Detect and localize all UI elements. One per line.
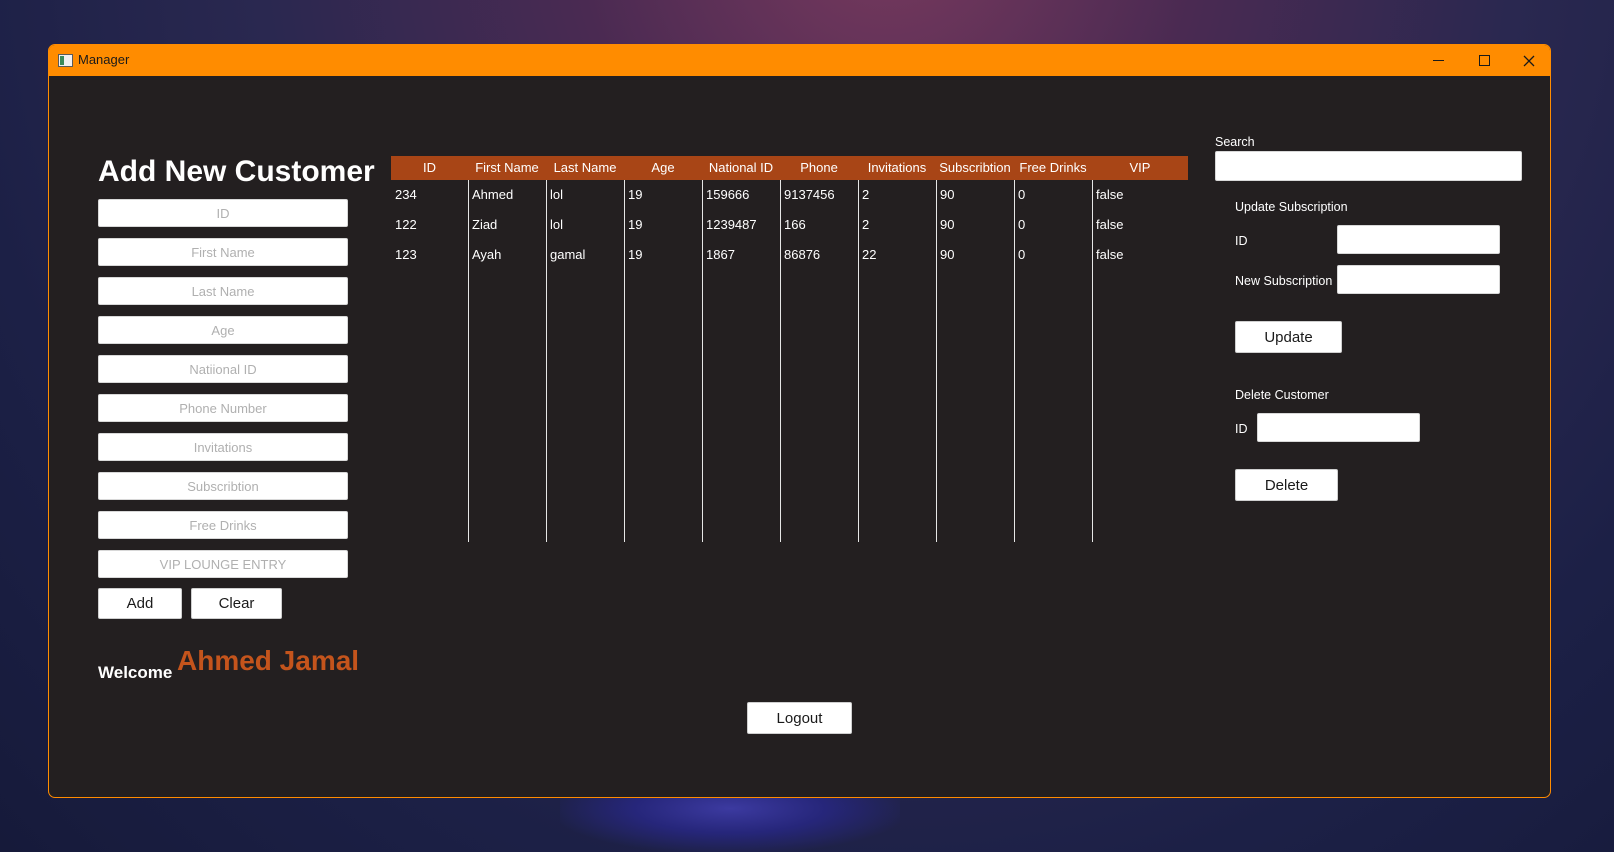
table-cell: 90 bbox=[940, 217, 955, 232]
table-cell: 234 bbox=[395, 187, 417, 202]
maximize-icon bbox=[1478, 55, 1490, 66]
search-label: Search bbox=[1215, 135, 1255, 149]
table-cell: 22 bbox=[862, 247, 877, 262]
invitations-field[interactable] bbox=[98, 433, 348, 461]
table-row[interactable]: 123 Ayah gamal 19 1867 86876 22 90 0 fal… bbox=[391, 240, 1188, 270]
new-subscription-input[interactable] bbox=[1337, 265, 1500, 294]
table-cell: Ayah bbox=[472, 247, 502, 262]
table-cell: 86876 bbox=[784, 247, 821, 262]
maximize-button[interactable] bbox=[1461, 45, 1507, 76]
table-cell: Ahmed bbox=[472, 187, 514, 202]
table-cell: 0 bbox=[1018, 217, 1026, 232]
close-icon bbox=[1523, 55, 1535, 66]
app-icon bbox=[58, 54, 73, 67]
delete-id-label: ID bbox=[1235, 422, 1248, 436]
first-name-field[interactable] bbox=[98, 238, 348, 266]
customers-table[interactable]: ID First Name Last Name Age National ID … bbox=[391, 156, 1188, 542]
column-header-subscription[interactable]: Subscribtion bbox=[936, 156, 1014, 180]
table-cell: 159666 bbox=[706, 187, 750, 202]
table-cell: false bbox=[1096, 217, 1124, 232]
table-cell: lol bbox=[550, 187, 564, 202]
logout-button[interactable]: Logout bbox=[747, 702, 852, 734]
table-cell: 19 bbox=[628, 247, 643, 262]
table-cell: 9137456 bbox=[784, 187, 835, 202]
id-field[interactable] bbox=[98, 199, 348, 227]
delete-customer-title: Delete Customer bbox=[1235, 388, 1329, 402]
add-customer-heading: Add New Customer bbox=[98, 155, 375, 188]
table-cell: false bbox=[1096, 187, 1124, 202]
welcome-user-name: Ahmed Jamal bbox=[177, 645, 360, 676]
minimize-icon bbox=[1432, 60, 1444, 61]
table-cell: 1239487 bbox=[706, 217, 757, 232]
background-decoration bbox=[560, 790, 900, 852]
column-header-id[interactable]: ID bbox=[391, 156, 468, 180]
manager-window: Manager Add New Customer Add Clear Welco… bbox=[48, 44, 1551, 798]
table-cell: 166 bbox=[784, 217, 806, 232]
free-drinks-field[interactable] bbox=[98, 511, 348, 539]
close-button[interactable] bbox=[1506, 45, 1550, 76]
table-cell: lol bbox=[550, 217, 564, 232]
table-cell: gamal bbox=[550, 247, 586, 262]
table-cell: 90 bbox=[940, 187, 955, 202]
table-cell: false bbox=[1096, 247, 1124, 262]
table-cell: 0 bbox=[1018, 187, 1026, 202]
delete-button[interactable]: Delete bbox=[1235, 469, 1338, 501]
table-row[interactable]: 234 Ahmed lol 19 159666 9137456 2 90 0 f… bbox=[391, 180, 1188, 210]
column-header-free-drinks[interactable]: Free Drinks bbox=[1014, 156, 1092, 180]
column-header-first-name[interactable]: First Name bbox=[468, 156, 546, 180]
age-field[interactable] bbox=[98, 316, 348, 344]
table-cell: 1867 bbox=[706, 247, 735, 262]
column-header-vip[interactable]: VIP bbox=[1092, 156, 1188, 180]
search-input[interactable] bbox=[1215, 151, 1522, 181]
update-subscription-title: Update Subscription bbox=[1235, 200, 1348, 214]
update-id-input[interactable] bbox=[1337, 225, 1500, 254]
table-cell: 2 bbox=[862, 217, 870, 232]
table-cell: 90 bbox=[940, 247, 955, 262]
vip-entry-field[interactable] bbox=[98, 550, 348, 578]
minimize-button[interactable] bbox=[1415, 45, 1461, 76]
table-row[interactable]: 122 Ziad lol 19 1239487 166 2 90 0 false bbox=[391, 210, 1188, 240]
table-cell: 19 bbox=[628, 187, 643, 202]
subscription-field[interactable] bbox=[98, 472, 348, 500]
table-cell: 122 bbox=[395, 217, 417, 232]
last-name-field[interactable] bbox=[98, 277, 348, 305]
table-cell: 2 bbox=[862, 187, 870, 202]
phone-number-field[interactable] bbox=[98, 394, 348, 422]
table-cell: 123 bbox=[395, 247, 417, 262]
table-cell: 0 bbox=[1018, 247, 1026, 262]
table-cell: 19 bbox=[628, 217, 643, 232]
add-button[interactable]: Add bbox=[98, 588, 182, 619]
title-bar: Manager bbox=[49, 45, 1550, 76]
window-title: Manager bbox=[78, 52, 130, 67]
column-header-phone[interactable]: Phone bbox=[780, 156, 858, 180]
update-id-label: ID bbox=[1235, 234, 1248, 248]
national-id-field[interactable] bbox=[98, 355, 348, 383]
table-cell: Ziad bbox=[472, 217, 498, 232]
column-header-invitations[interactable]: Invitations bbox=[858, 156, 936, 180]
clear-button[interactable]: Clear bbox=[191, 588, 282, 619]
column-header-last-name[interactable]: Last Name bbox=[546, 156, 624, 180]
table-header: ID First Name Last Name Age National ID … bbox=[391, 156, 1188, 180]
welcome-label: Welcome bbox=[98, 663, 173, 682]
delete-id-input[interactable] bbox=[1257, 413, 1420, 442]
update-button[interactable]: Update bbox=[1235, 321, 1342, 353]
column-header-national-id[interactable]: National ID bbox=[702, 156, 780, 180]
new-subscription-label: New Subscription bbox=[1235, 274, 1333, 288]
column-header-age[interactable]: Age bbox=[624, 156, 702, 180]
